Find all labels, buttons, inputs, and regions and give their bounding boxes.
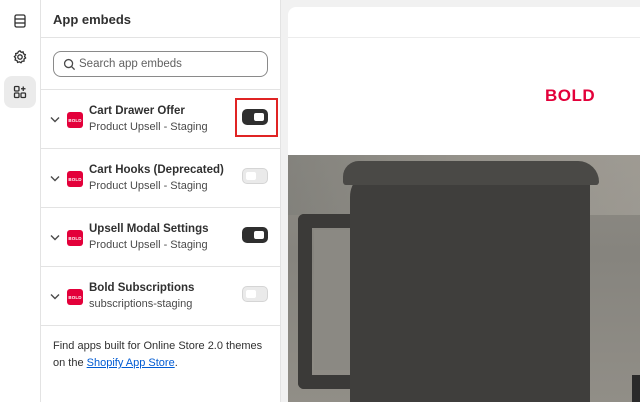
embed-name: Bold Subscriptions — [89, 282, 195, 294]
search-box[interactable] — [53, 51, 268, 77]
chevron-down-icon[interactable] — [50, 293, 60, 300]
embed-toggle[interactable] — [242, 227, 268, 243]
embed-app-name: Product Upsell - Staging — [89, 180, 208, 192]
bold-app-logo: BOLD — [67, 230, 83, 246]
search-icon — [63, 58, 76, 71]
sidebar-rail — [0, 0, 41, 402]
theme-preview[interactable]: BOLD — [288, 7, 640, 402]
apps-icon — [13, 85, 27, 99]
embed-name: Cart Drawer Offer — [89, 105, 185, 117]
app-embeds-panel: App embeds BOLD Cart Drawer Offer Produc… — [41, 0, 281, 402]
panel-footer: Find apps built for Online Store 2.0 the… — [41, 326, 280, 384]
embed-app-name: Product Upsell - Staging — [89, 121, 208, 133]
embed-name: Upsell Modal Settings — [89, 223, 209, 235]
brand-logo[interactable]: BOLD — [545, 86, 595, 106]
embed-app-name: Product Upsell - Staging — [89, 239, 208, 251]
footer-period: . — [174, 357, 178, 369]
shopify-app-store-link[interactable]: Shopify App Store — [87, 357, 175, 369]
app-embeds-button[interactable] — [4, 76, 36, 108]
embed-item-cart-hooks: BOLD Cart Hooks (Deprecated) Product Ups… — [41, 149, 280, 208]
embed-toggle[interactable] — [242, 109, 268, 125]
settings-button[interactable] — [4, 41, 36, 73]
bold-app-logo: BOLD — [67, 289, 83, 305]
embed-toggle[interactable] — [242, 286, 268, 302]
search-section — [41, 38, 280, 90]
hero-image — [288, 155, 640, 402]
panel-title: App embeds — [53, 12, 132, 27]
panel-header: App embeds — [41, 0, 280, 38]
embed-item-upsell-modal-settings: BOLD Upsell Modal Settings Product Upsel… — [41, 208, 280, 267]
embed-toggle[interactable] — [242, 168, 268, 184]
gear-icon — [13, 49, 27, 64]
embed-item-cart-drawer-offer: BOLD Cart Drawer Offer Product Upsell - … — [41, 90, 280, 149]
chevron-down-icon[interactable] — [50, 175, 60, 182]
preview-topbar — [288, 7, 640, 38]
bold-app-logo: BOLD — [67, 171, 83, 187]
embed-name: Cart Hooks (Deprecated) — [89, 164, 224, 176]
sections-button[interactable] — [4, 5, 36, 37]
embed-item-bold-subscriptions: BOLD Bold Subscriptions subscriptions-st… — [41, 267, 280, 326]
bold-app-logo: BOLD — [67, 112, 83, 128]
chevron-down-icon[interactable] — [50, 116, 60, 123]
sections-icon — [14, 14, 26, 28]
chevron-down-icon[interactable] — [50, 234, 60, 241]
embed-app-name: subscriptions-staging — [89, 298, 193, 310]
search-input[interactable] — [79, 52, 259, 76]
